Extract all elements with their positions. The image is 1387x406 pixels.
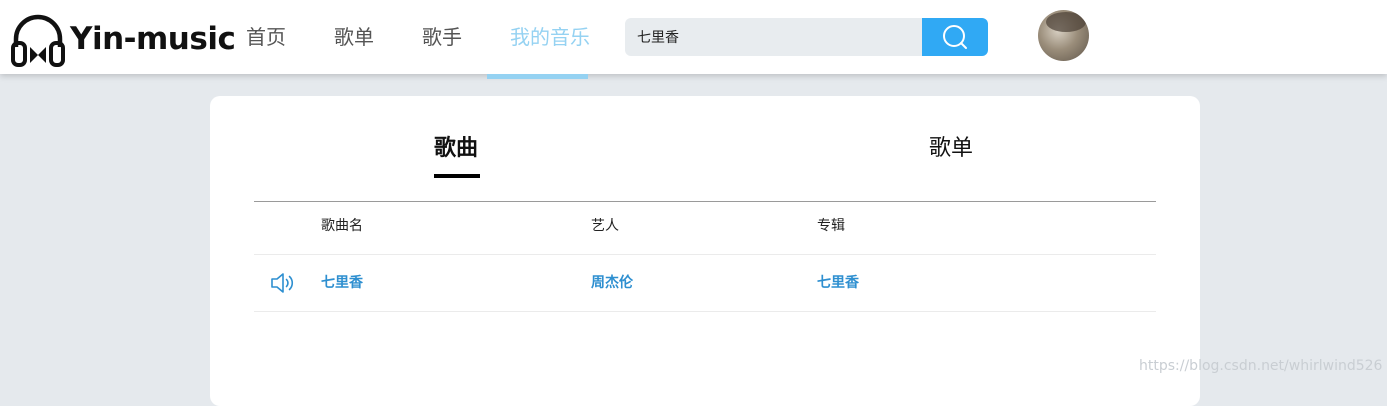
search-button[interactable] [922,18,988,56]
nav-item-singers[interactable]: 歌手 [406,0,478,74]
search-icon [943,25,967,49]
table-row[interactable]: 七里香 周杰伦 七里香 [254,255,1156,312]
column-header-name: 歌曲名 [321,218,363,234]
search-results-card: 歌曲 歌单 歌曲名 艺人 专辑 七里香 周杰伦 七里香 [210,96,1200,406]
main-nav: 首页 歌单 歌手 我的音乐 [230,0,606,74]
search-input[interactable] [625,18,922,56]
brand-logo[interactable]: Yin-music [10,11,236,67]
search-bar [625,18,988,56]
album-link[interactable]: 七里香 [817,255,859,311]
top-header: Yin-music 首页 歌单 歌手 我的音乐 [0,0,1387,74]
tab-songs[interactable]: 歌曲 [434,130,478,162]
headphones-icon [11,14,65,67]
tab-active-indicator [434,174,480,178]
column-header-album: 专辑 [817,218,845,234]
brand-name: Yin-music [70,21,236,57]
nav-item-home[interactable]: 首页 [230,0,302,74]
song-table: 歌曲名 艺人 专辑 七里香 周杰伦 七里香 [254,202,1156,312]
song-name-link[interactable]: 七里香 [321,255,363,311]
speaker-icon[interactable] [270,255,296,311]
nav-item-my-music[interactable]: 我的音乐 [494,0,606,74]
table-header-row: 歌曲名 艺人 专辑 [254,202,1156,255]
watermark: https://blog.csdn.net/whirlwind526 [1139,358,1383,374]
nav-item-playlists[interactable]: 歌单 [318,0,390,74]
avatar-image [1046,12,1086,32]
artist-link[interactable]: 周杰伦 [591,255,633,311]
user-avatar[interactable] [1038,10,1089,61]
nav-active-indicator [487,74,588,79]
column-header-artist: 艺人 [591,218,619,234]
tab-playlists[interactable]: 歌单 [929,130,973,162]
